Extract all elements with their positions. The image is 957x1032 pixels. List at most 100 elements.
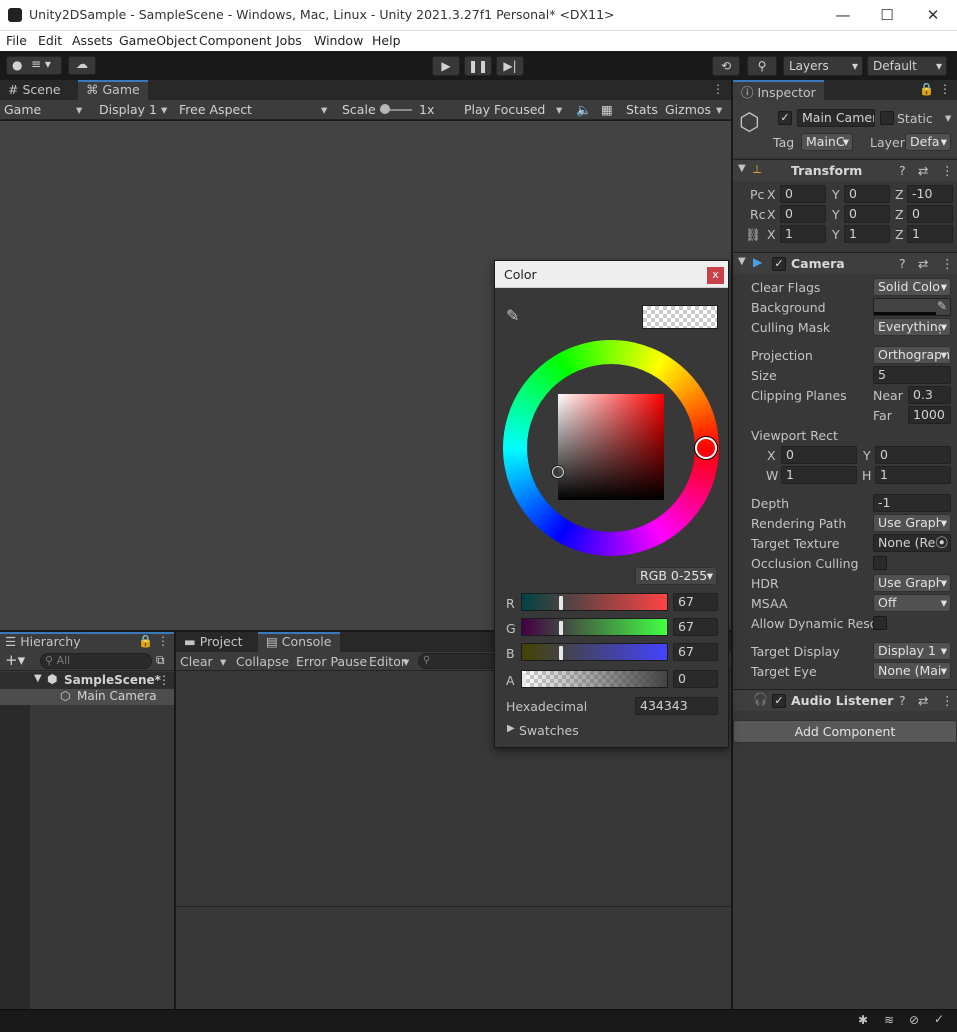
gameobject-cube-icon[interactable]: ⬡ [739, 108, 760, 136]
rotation-z-field[interactable]: 0 [907, 205, 953, 223]
game-mode-dropdown[interactable]: Game [4, 102, 41, 117]
culling-mask-dropdown[interactable]: Everything ▾ [873, 318, 951, 336]
constrain-proportions-icon[interactable]: ⛓ [745, 227, 761, 243]
debug-icon[interactable]: ✱ [858, 1013, 868, 1027]
error-pause-button[interactable]: Error Pause [296, 654, 367, 669]
viewport-w-field[interactable]: 1 [781, 466, 857, 484]
layout-dropdown[interactable]: Default ▾ [867, 56, 947, 76]
menu-file[interactable]: File [6, 33, 27, 48]
preset-icon[interactable]: ⇄ [918, 163, 928, 178]
b-field[interactable]: 67 [673, 643, 718, 661]
console-search-input[interactable]: ⚲ [418, 653, 498, 669]
display-dropdown[interactable]: Display 1 [99, 102, 157, 117]
tab-console[interactable]: ▤ Console [258, 632, 340, 652]
play-focused-dropdown[interactable]: Play Focused [464, 102, 545, 117]
occlusion-culling-checkbox[interactable] [873, 556, 887, 570]
audio-mute-icon[interactable]: 🔈 [576, 102, 592, 118]
hdr-dropdown[interactable]: Use Graphi ▾ [873, 574, 951, 592]
g-slider-handle[interactable] [559, 621, 563, 635]
scene-visibility-icon[interactable]: ⧉ [156, 653, 165, 668]
eyedropper-icon[interactable]: ✎ [937, 299, 947, 313]
projection-dropdown[interactable]: Orthograph ▾ [873, 346, 951, 364]
help-icon[interactable]: ? [899, 256, 906, 271]
target-display-dropdown[interactable]: Display 1 ▾ [873, 642, 951, 660]
list-item[interactable]: ⬡ Main Camera [0, 689, 174, 705]
active-checkbox[interactable]: ✓ [778, 111, 792, 125]
saturation-value-square[interactable] [558, 394, 664, 500]
hierarchy-splitter[interactable] [174, 632, 176, 1009]
keyboard-icon[interactable]: ▦ [601, 102, 613, 117]
position-y-field[interactable]: 0 [844, 185, 890, 203]
lock-icon[interactable]: 🔒 [138, 634, 153, 648]
menu-help[interactable]: Help [372, 33, 401, 48]
search-button[interactable]: ⚲ [747, 56, 777, 76]
preset-icon[interactable]: ⇄ [918, 693, 928, 708]
menu-jobs[interactable]: Jobs [276, 33, 302, 48]
viewport-y-field[interactable]: 0 [875, 446, 951, 464]
b-slider-handle[interactable] [559, 646, 563, 660]
clear-flags-dropdown[interactable]: Solid Color ▾ [873, 278, 951, 296]
hierarchy-search-input[interactable]: ⚲ All [40, 653, 152, 669]
menu-window[interactable]: Window [314, 33, 363, 48]
foldout-down-icon[interactable]: ▼ [738, 256, 746, 267]
pause-button[interactable]: ❚❚ [464, 56, 492, 76]
transform-header[interactable]: ▼ ⟂ Transform ? ⇄ ⋮ [733, 159, 957, 181]
dynamic-resolution-checkbox[interactable] [873, 616, 887, 630]
swatches-foldout[interactable]: Swatches [519, 723, 579, 738]
viewport-h-field[interactable]: 1 [875, 466, 951, 484]
more-options-icon[interactable]: ⋮ [941, 256, 954, 271]
scene-row[interactable]: ▼ ⬢ SampleScene* ⋮ [0, 672, 174, 689]
more-options-icon[interactable]: ⋮ [712, 82, 724, 96]
target-texture-field[interactable]: None (Ren ⦿ [873, 534, 951, 552]
help-icon[interactable]: ? [899, 163, 906, 178]
far-field[interactable]: 1000 [908, 406, 951, 424]
menu-component[interactable]: Component [199, 33, 272, 48]
check-circle-icon[interactable]: ✓ [934, 1012, 944, 1026]
color-mode-dropdown[interactable]: RGB 0-255 ▾ [635, 567, 717, 585]
editor-dropdown[interactable]: Editor [369, 654, 406, 669]
audio-listener-checkbox[interactable]: ✓ [772, 694, 786, 708]
scale-z-field[interactable]: 1 [907, 225, 953, 243]
tag-dropdown[interactable]: MainC ▾ [801, 133, 853, 151]
object-picker-icon[interactable]: ⦿ [935, 535, 948, 551]
clear-button[interactable]: Clear [180, 654, 213, 669]
preset-icon[interactable]: ⇄ [918, 256, 928, 271]
static-checkbox[interactable] [880, 111, 894, 125]
hue-handle[interactable] [695, 437, 717, 459]
hex-field[interactable]: 434343 [635, 697, 718, 715]
r-field[interactable]: 67 [673, 593, 718, 611]
g-field[interactable]: 67 [673, 618, 718, 636]
scale-slider-handle[interactable] [380, 104, 390, 114]
foldout-right-icon[interactable]: ▶ [507, 723, 515, 734]
lock-icon[interactable]: 🔒 [919, 82, 934, 96]
foldout-down-icon[interactable]: ▼ [738, 163, 746, 174]
foldout-down-icon[interactable]: ▼ [34, 673, 42, 684]
more-options-icon[interactable]: ⋮ [158, 673, 170, 687]
menu-assets[interactable]: Assets [72, 33, 113, 48]
scale-y-field[interactable]: 1 [844, 225, 890, 243]
position-z-field[interactable]: -10 [907, 185, 953, 203]
static-dropdown[interactable]: ▾ [945, 110, 951, 125]
object-name-field[interactable]: Main Camera [797, 109, 875, 127]
menu-edit[interactable]: Edit [38, 33, 62, 48]
rotation-x-field[interactable]: 0 [780, 205, 826, 223]
background-color-field[interactable]: ✎ [873, 298, 951, 316]
step-button[interactable]: ▶| [496, 56, 524, 76]
rotation-y-field[interactable]: 0 [844, 205, 890, 223]
rendering-path-dropdown[interactable]: Use Graphi ▾ [873, 514, 951, 532]
clear-options-dropdown[interactable]: ▾ [220, 654, 226, 669]
minimize-icon[interactable]: — [820, 4, 866, 26]
tab-game[interactable]: ⌘ Game [78, 80, 148, 100]
network-icon[interactable]: ⊘ [909, 1013, 919, 1027]
msaa-dropdown[interactable]: Off ▾ [873, 594, 951, 612]
close-window-icon[interactable]: ✕ [910, 4, 956, 26]
r-slider-handle[interactable] [559, 596, 563, 610]
camera-enabled-checkbox[interactable]: ✓ [772, 257, 786, 271]
layers-stack-icon[interactable]: ≋ [884, 1013, 894, 1027]
play-button[interactable]: ▶ [432, 56, 460, 76]
maximize-icon[interactable]: ☐ [864, 4, 910, 26]
viewport-x-field[interactable]: 0 [781, 446, 857, 464]
close-button[interactable]: x [707, 267, 724, 284]
stats-button[interactable]: Stats [626, 102, 658, 117]
position-x-field[interactable]: 0 [780, 185, 826, 203]
